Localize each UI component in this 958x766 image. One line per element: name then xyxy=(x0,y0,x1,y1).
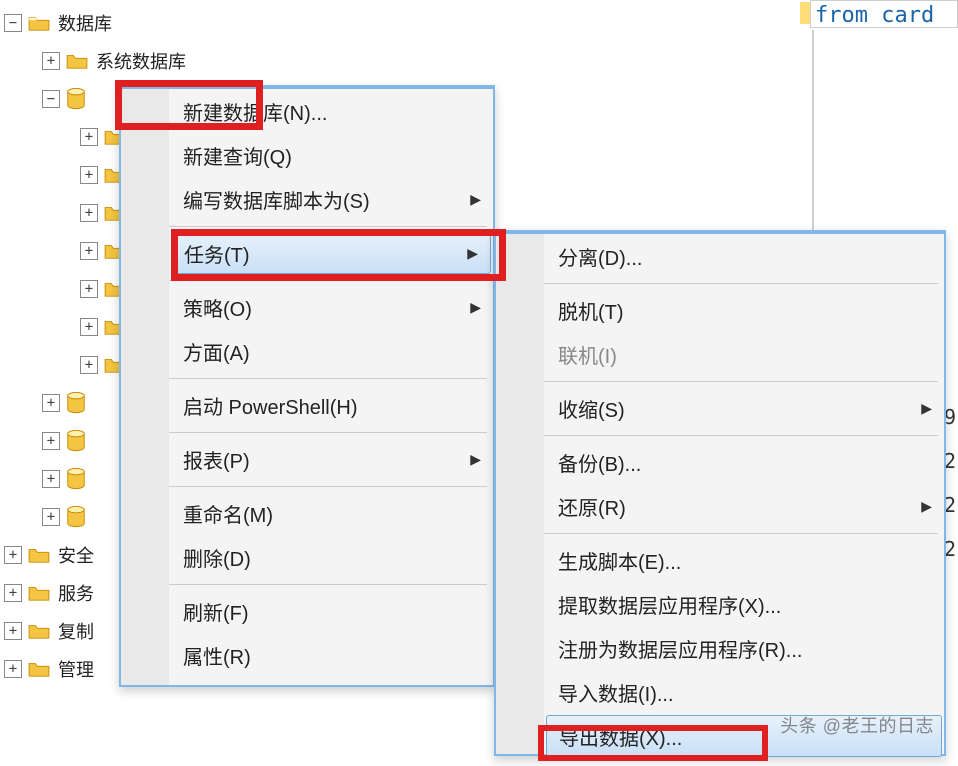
tree-node-replication[interactable]: 复制 xyxy=(58,618,98,644)
menu-icon-strip xyxy=(496,234,544,754)
menu-refresh[interactable]: 刷新(F) xyxy=(169,589,493,633)
submenu-backup[interactable]: 备份(B)... xyxy=(544,440,944,484)
expand-icon[interactable]: + xyxy=(80,242,98,260)
submenu-detach[interactable]: 分离(D)... xyxy=(544,234,944,278)
submenu-register-data-tier[interactable]: 注册为数据层应用程序(R)... xyxy=(544,626,944,670)
code-gutter-mark xyxy=(800,2,810,24)
database-icon xyxy=(66,88,86,110)
submenu-generate-scripts[interactable]: 生成脚本(E)... xyxy=(544,538,944,582)
folder-icon xyxy=(28,584,50,602)
menu-delete[interactable]: 删除(D) xyxy=(169,535,493,579)
folder-icon xyxy=(28,546,50,564)
editor-divider xyxy=(812,30,814,230)
expand-icon[interactable]: + xyxy=(42,432,60,450)
code-text: from card xyxy=(815,3,934,28)
database-icon xyxy=(66,392,86,414)
collapse-icon[interactable]: − xyxy=(4,14,22,32)
collapse-icon[interactable]: − xyxy=(42,90,60,108)
submenu-arrow-icon: ▶ xyxy=(470,451,481,468)
database-icon xyxy=(66,430,86,452)
expand-icon[interactable]: + xyxy=(42,394,60,412)
expand-icon[interactable]: + xyxy=(80,166,98,184)
expand-icon[interactable]: + xyxy=(4,584,22,602)
tree-node-security[interactable]: 安全 xyxy=(58,542,98,568)
expand-icon[interactable]: + xyxy=(4,622,22,640)
menu-new-database[interactable]: 新建数据库(N)... xyxy=(169,89,493,133)
menu-facets[interactable]: 方面(A) xyxy=(169,329,493,373)
sql-editor-fragment[interactable]: from card xyxy=(810,0,958,28)
folder-icon xyxy=(66,52,88,70)
submenu-export-data[interactable]: 导出数据(X)... xyxy=(546,715,942,757)
database-icon xyxy=(66,468,86,490)
database-icon xyxy=(66,506,86,528)
menu-new-query[interactable]: 新建查询(Q) xyxy=(169,133,493,177)
expand-icon[interactable]: + xyxy=(42,52,60,70)
expand-icon[interactable]: + xyxy=(42,470,60,488)
submenu-import-data[interactable]: 导入数据(I)... xyxy=(544,670,944,714)
expand-icon[interactable]: + xyxy=(80,356,98,374)
folder-icon xyxy=(28,660,50,678)
expand-icon[interactable]: + xyxy=(42,508,60,526)
submenu-arrow-icon: ▶ xyxy=(921,400,932,417)
folder-icon xyxy=(28,622,50,640)
submenu-arrow-icon: ▶ xyxy=(470,299,481,316)
database-context-menu[interactable]: 新建数据库(N)... 新建查询(Q) 编写数据库脚本为(S)▶ 任务(T)▶ … xyxy=(119,85,495,687)
submenu-arrow-icon: ▶ xyxy=(470,191,481,208)
folder-icon xyxy=(28,14,50,32)
submenu-extract-data-tier[interactable]: 提取数据层应用程序(X)... xyxy=(544,582,944,626)
tasks-submenu[interactable]: 分离(D)... 脱机(T) 联机(I) 收缩(S)▶ 备份(B)... 还原(… xyxy=(494,230,946,756)
menu-tasks[interactable]: 任务(T)▶ xyxy=(171,232,491,274)
submenu-shrink[interactable]: 收缩(S)▶ xyxy=(544,386,944,430)
tree-node-databases[interactable]: 数据库 xyxy=(58,10,112,36)
submenu-bring-online: 联机(I) xyxy=(544,332,944,376)
submenu-restore[interactable]: 还原(R)▶ xyxy=(544,484,944,528)
menu-properties[interactable]: 属性(R) xyxy=(169,633,493,677)
expand-icon[interactable]: + xyxy=(80,318,98,336)
expand-icon[interactable]: + xyxy=(4,660,22,678)
menu-policies[interactable]: 策略(O)▶ xyxy=(169,285,493,329)
menu-reports[interactable]: 报表(P)▶ xyxy=(169,437,493,481)
expand-icon[interactable]: + xyxy=(80,204,98,222)
tree-node-management[interactable]: 管理 xyxy=(58,656,98,682)
submenu-arrow-icon: ▶ xyxy=(921,498,932,515)
submenu-arrow-icon: ▶ xyxy=(467,245,478,262)
tree-node-server-objects[interactable]: 服务 xyxy=(58,580,98,606)
menu-icon-strip xyxy=(121,89,169,685)
menu-rename[interactable]: 重命名(M) xyxy=(169,491,493,535)
menu-script-database-as[interactable]: 编写数据库脚本为(S)▶ xyxy=(169,177,493,221)
submenu-take-offline[interactable]: 脱机(T) xyxy=(544,288,944,332)
menu-start-powershell[interactable]: 启动 PowerShell(H) xyxy=(169,383,493,427)
expand-icon[interactable]: + xyxy=(4,546,22,564)
expand-icon[interactable]: + xyxy=(80,280,98,298)
tree-node-system-databases[interactable]: 系统数据库 xyxy=(96,48,186,74)
expand-icon[interactable]: + xyxy=(80,128,98,146)
